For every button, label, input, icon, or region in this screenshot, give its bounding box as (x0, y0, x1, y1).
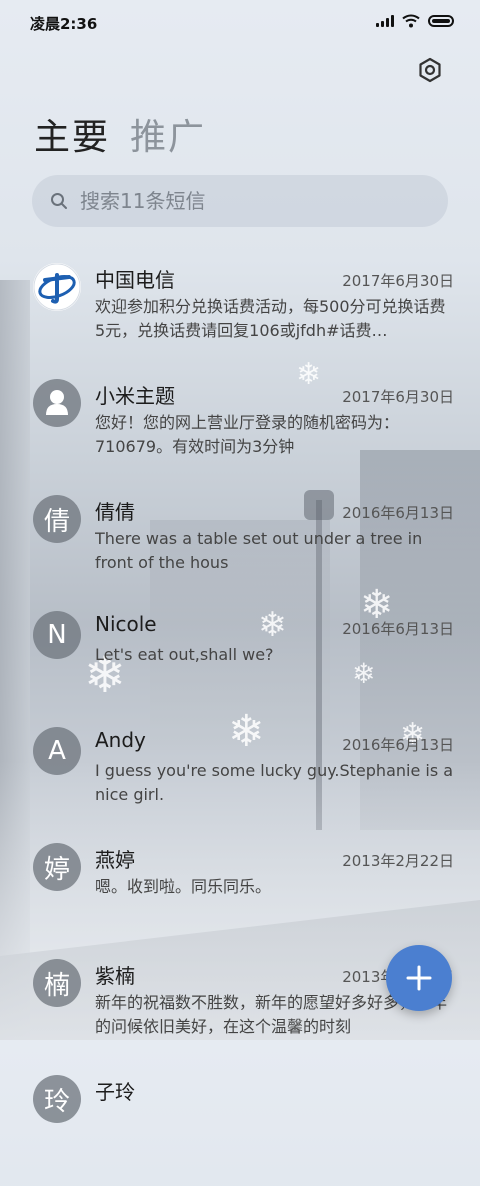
status-bar: 凌晨2:36 (0, 0, 480, 44)
person-icon (46, 390, 68, 415)
sender-name: Andy (95, 728, 146, 752)
message-date: 2017年6月30日 (342, 272, 454, 290)
gear-icon (419, 57, 441, 83)
plus-icon (406, 965, 432, 991)
message-date: 2016年6月13日 (342, 736, 454, 754)
message-date: 2016年6月13日 (342, 504, 454, 522)
sender-name: 中国电信 (95, 268, 175, 292)
message-item[interactable]: 倩 倩倩 2016年6月13日 There was a table set ou… (0, 490, 480, 606)
sender-name: 小米主题 (95, 384, 175, 408)
avatar (33, 263, 81, 311)
message-preview: Let's eat out,shall we? (95, 645, 274, 664)
avatar: 婷 (33, 843, 81, 891)
avatar (33, 379, 81, 427)
settings-button[interactable] (414, 54, 446, 86)
search-bar[interactable] (32, 175, 448, 227)
avatar: 楠 (33, 959, 81, 1007)
message-date: 2013年2月22日 (342, 852, 454, 870)
message-date: 2017年6月30日 (342, 388, 454, 406)
sender-name: 子玲 (95, 1080, 135, 1104)
message-preview: 嗯。收到啦。同乐同乐。 (95, 877, 272, 896)
message-preview: There was a table set out under a tree i… (95, 529, 423, 572)
search-input[interactable] (78, 188, 412, 214)
sender-name: Nicole (95, 612, 157, 636)
message-item[interactable]: N Nicole 2016年6月13日 Let's eat out,shall … (0, 606, 480, 722)
sender-name: 紫楠 (95, 964, 135, 988)
tab-promotions[interactable]: 推广 (130, 108, 206, 160)
tab-bar: 主要 推广 (34, 108, 206, 160)
sender-name: 燕婷 (95, 848, 135, 872)
avatar: N (33, 611, 81, 659)
message-item[interactable]: 婷 燕婷 2013年2月22日 嗯。收到啦。同乐同乐。 (0, 838, 480, 954)
message-item[interactable]: A Andy 2016年6月13日 I guess you're some lu… (0, 722, 480, 838)
message-preview: 您好！您的网上营业厅登录的随机密码为：710679。有效时间为3分钟 (95, 413, 400, 456)
message-item[interactable]: 小米主题 2017年6月30日 您好！您的网上营业厅登录的随机密码为：71067… (0, 374, 480, 490)
new-message-button[interactable] (386, 945, 452, 1011)
avatar: 玲 (33, 1075, 81, 1123)
status-time: 凌晨2:36 (30, 15, 98, 33)
message-list: 中国电信 2017年6月30日 欢迎参加积分兑换话费活动，每500分可兑换话费5… (0, 258, 480, 1186)
avatar: 倩 (33, 495, 81, 543)
message-date: 2016年6月13日 (342, 620, 454, 638)
sender-name: 倩倩 (95, 500, 135, 524)
message-preview: 欢迎参加积分兑换话费活动，每500分可兑换话费5元，兑换话费请回复106或jfd… (95, 297, 446, 340)
tab-primary[interactable]: 主要 (34, 108, 110, 160)
message-item[interactable]: 玲 子玲 (0, 1070, 480, 1186)
battery-icon (428, 15, 454, 27)
search-icon (51, 193, 67, 209)
china-telecom-logo-icon (33, 263, 81, 311)
message-preview: I guess you're some lucky guy.Stephanie … (95, 761, 454, 804)
wifi-icon (402, 14, 420, 28)
message-item[interactable]: 中国电信 2017年6月30日 欢迎参加积分兑换话费活动，每500分可兑换话费5… (0, 258, 480, 374)
signal-icon (376, 15, 394, 27)
avatar: A (33, 727, 81, 775)
